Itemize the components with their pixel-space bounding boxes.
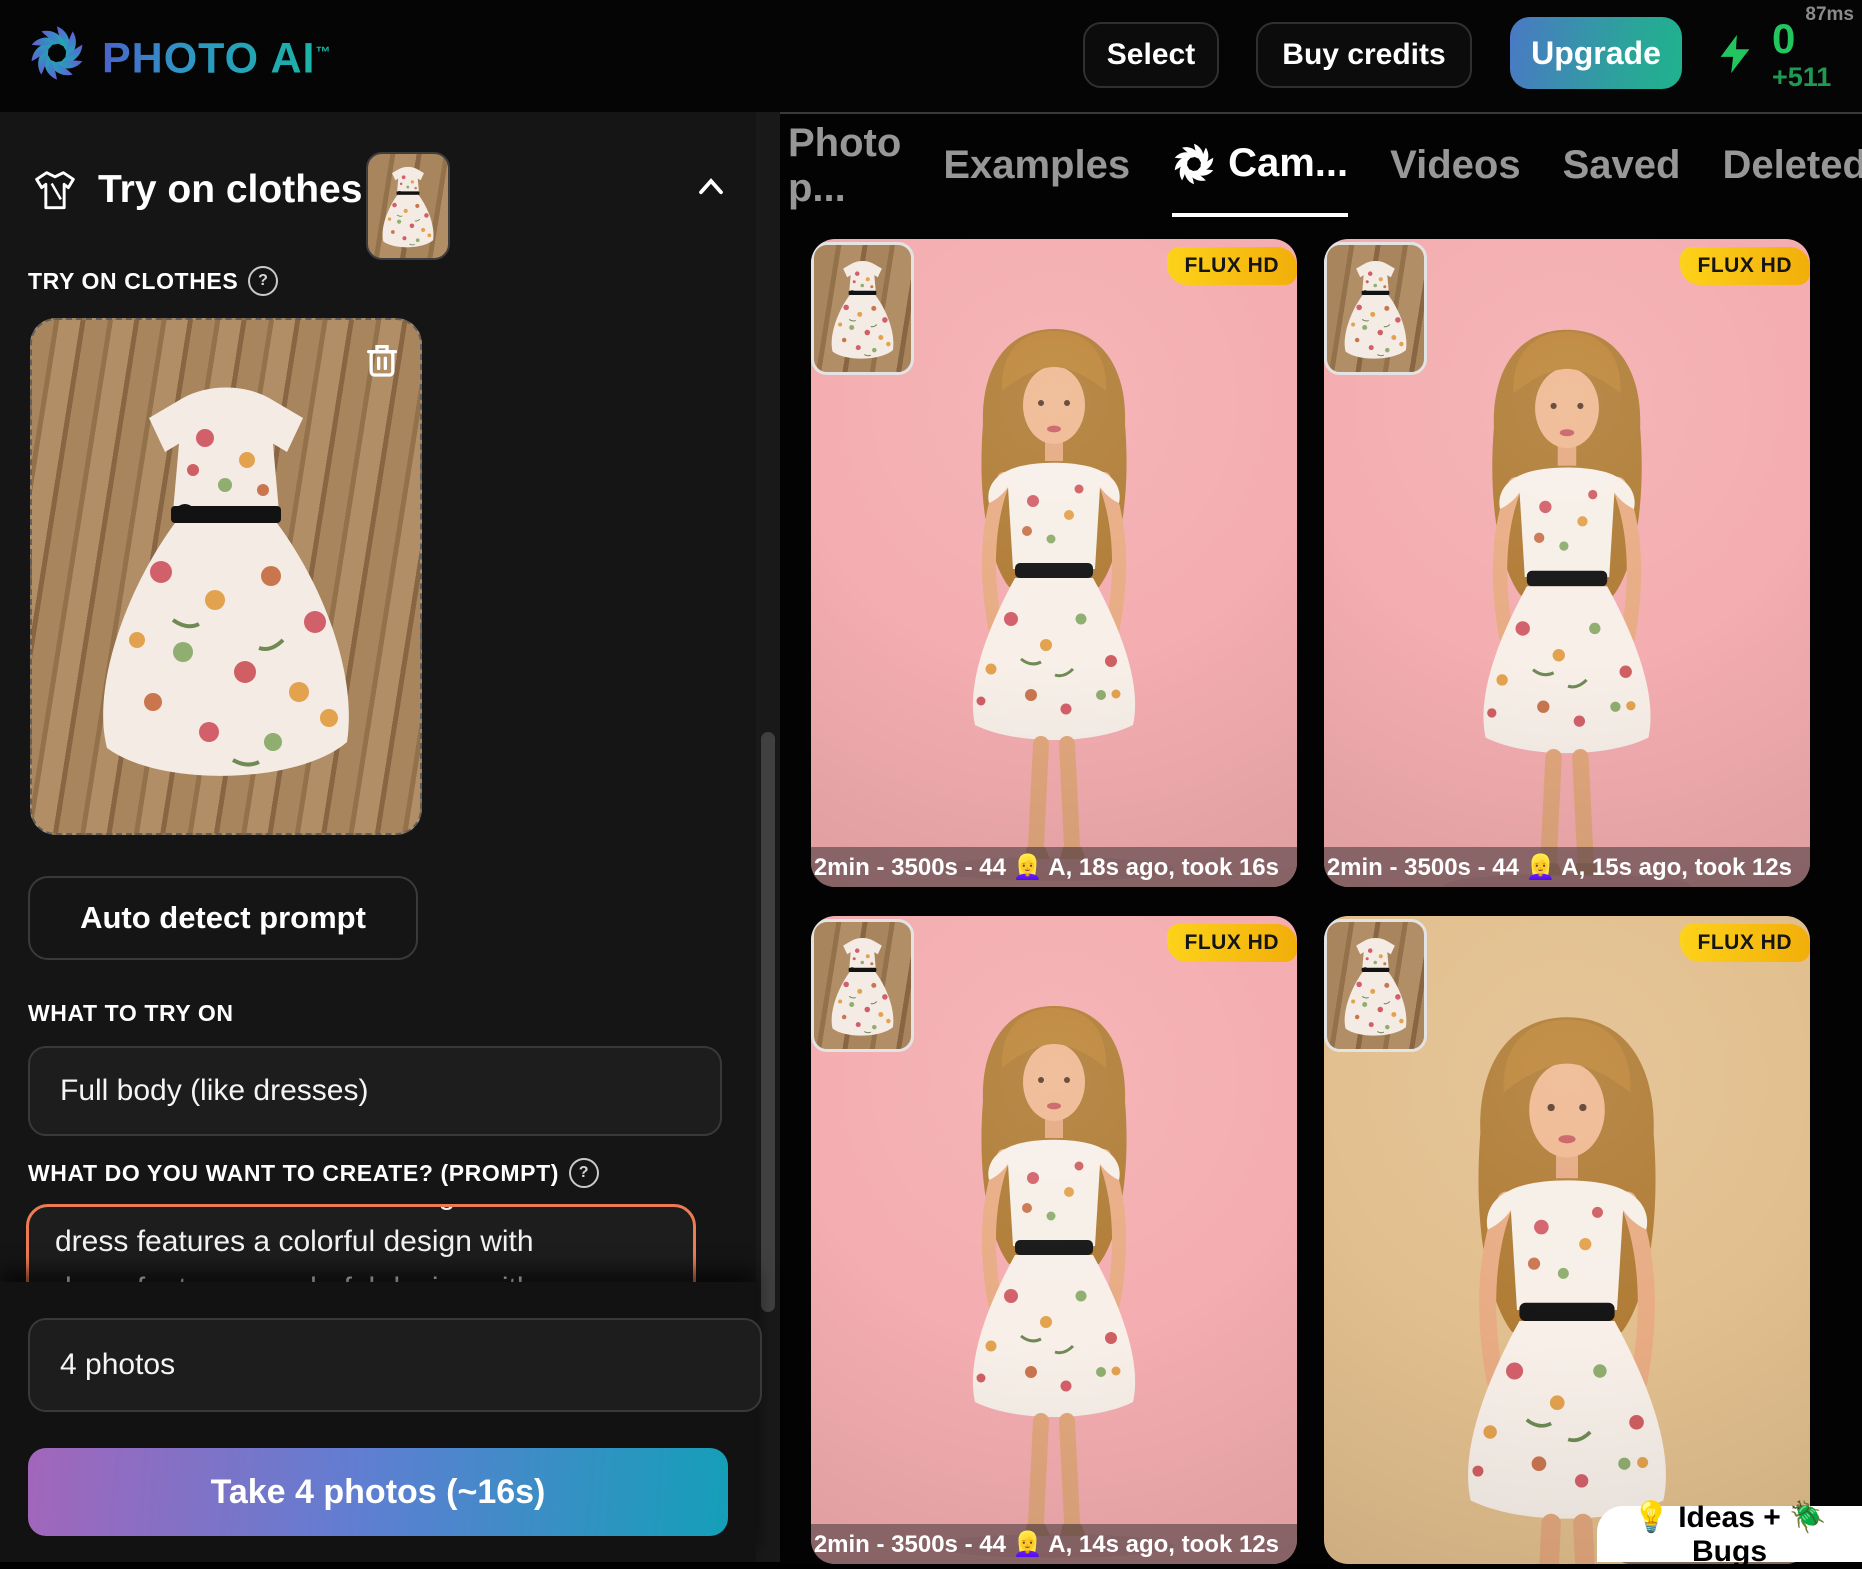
selected-clothes-thumbnail[interactable] xyxy=(366,152,450,260)
take-photos-button[interactable]: Take 4 photos (~16s) xyxy=(28,1448,728,1536)
dress-thumbnail-image xyxy=(1327,922,1424,1049)
photo-count-select[interactable]: 4 photos xyxy=(28,1318,762,1412)
tab-photo-packs[interactable]: Photo p... xyxy=(788,114,901,217)
tab-bar: Photo p... Examples Cam... Videos Saved … xyxy=(788,114,1862,217)
photo-caption: 2min - 3500s - 44 👱‍♀️ A, 18s ago, took … xyxy=(811,847,1297,887)
collapse-chevron-icon[interactable] xyxy=(696,174,726,198)
generated-photo[interactable]: FLUX HD 2min - 3500s - 44 👱‍♀️ A, 14s ag… xyxy=(811,916,1297,1564)
dress-thumbnail-image xyxy=(368,154,448,258)
tshirt-icon xyxy=(30,162,80,220)
lightning-bolt-icon xyxy=(1712,26,1758,82)
upgrade-button[interactable]: Upgrade xyxy=(1510,17,1682,89)
main-content: Photo p... Examples Cam... Videos Saved … xyxy=(780,112,1862,1564)
photo-ai-logo-icon xyxy=(28,24,86,82)
tab-deleted[interactable]: Deleted xyxy=(1722,114,1862,217)
generated-photo[interactable]: FLUX HD 2min - 3500s - 44 👱‍♀️ A, 15s ag… xyxy=(1324,239,1810,887)
sidebar: Try on clothes TRY ON CLOTHES ? Auto det… xyxy=(0,112,756,1562)
trademark: ™ xyxy=(315,44,331,61)
prompt-label: WHAT DO YOU WANT TO CREATE? (PROMPT) ? xyxy=(28,1158,599,1188)
tab-saved[interactable]: Saved xyxy=(1563,114,1681,217)
app-title: PHOTO AI™ xyxy=(102,24,331,87)
credits-value: 0 xyxy=(1772,18,1831,60)
generated-photo[interactable]: FLUX HD 2min - 3500s - 44 👱‍♀️ A, 18s ag… xyxy=(811,239,1297,887)
credits-counter[interactable]: 0 +511 xyxy=(1772,18,1831,91)
what-to-try-on-label: WHAT TO TRY ON xyxy=(28,1000,234,1027)
dress-image xyxy=(32,320,420,833)
ideas-bugs-button[interactable]: 💡 Ideas + 🪲 Bugs xyxy=(1597,1506,1862,1562)
brand[interactable]: PHOTO AI™ xyxy=(28,24,331,87)
source-dress-thumbnail[interactable] xyxy=(1324,242,1427,375)
delete-clothes-icon[interactable] xyxy=(362,338,402,382)
tab-videos[interactable]: Videos xyxy=(1390,114,1520,217)
photo-caption: 2min - 3500s - 44 👱‍♀️ A, 14s ago, took … xyxy=(811,1524,1297,1564)
source-dress-thumbnail[interactable] xyxy=(811,242,914,375)
photo-caption: 2min - 3500s - 44 👱‍♀️ A, 15s ago, took … xyxy=(1324,847,1810,887)
dress-thumbnail-image xyxy=(814,245,911,372)
dress-thumbnail-image xyxy=(814,922,911,1049)
dress-thumbnail-image xyxy=(1327,245,1424,372)
flux-hd-badge: FLUX HD xyxy=(1680,924,1811,962)
flux-hd-badge: FLUX HD xyxy=(1167,247,1298,285)
tab-camera[interactable]: Cam... xyxy=(1172,114,1348,217)
top-bar: PHOTO AI™ 87ms Select Buy credits Upgrad… xyxy=(0,0,1862,112)
help-icon[interactable]: ? xyxy=(248,266,278,296)
help-icon[interactable]: ? xyxy=(569,1158,599,1188)
spiral-icon xyxy=(1172,142,1216,186)
try-on-clothes-label: TRY ON CLOTHES ? xyxy=(28,266,278,296)
generated-photo-card[interactable]: FLUX HD 2min - 3500s - 44 👱‍♀️ A, 15s ag… xyxy=(1324,239,1810,887)
generated-photo-card[interactable]: FLUX HD 2min - 3500s - 44 👱‍♀️ A, 18s ag… xyxy=(811,239,1297,887)
scrollbar-thumb[interactable] xyxy=(761,732,775,1312)
credits-delta: +511 xyxy=(1772,64,1831,91)
clothes-upload-preview[interactable] xyxy=(30,318,422,835)
tab-examples[interactable]: Examples xyxy=(943,114,1130,217)
generated-photo-card[interactable]: FLUX HD 2min - 3500s - 44 👱‍♀️ A, 14s ag… xyxy=(811,916,1297,1564)
generated-photo-card[interactable]: FLUX HD 2min - 3500s - xyxy=(1324,916,1810,1564)
generated-photo[interactable]: FLUX HD 2min - 3500s - xyxy=(1324,916,1810,1564)
what-to-try-on-select[interactable]: Full body (like dresses) xyxy=(28,1046,722,1136)
buy-credits-button[interactable]: Buy credits xyxy=(1256,22,1472,88)
flux-hd-badge: FLUX HD xyxy=(1167,924,1298,962)
source-dress-thumbnail[interactable] xyxy=(1324,919,1427,1052)
flux-hd-badge: FLUX HD xyxy=(1680,247,1811,285)
select-button[interactable]: Select xyxy=(1083,22,1219,88)
panel-title: Try on clothes xyxy=(98,168,362,212)
auto-detect-prompt-button[interactable]: Auto detect prompt xyxy=(28,876,418,960)
sidebar-action-panel: 4 photos Take 4 photos (~16s) xyxy=(0,1282,756,1562)
source-dress-thumbnail[interactable] xyxy=(811,919,914,1052)
